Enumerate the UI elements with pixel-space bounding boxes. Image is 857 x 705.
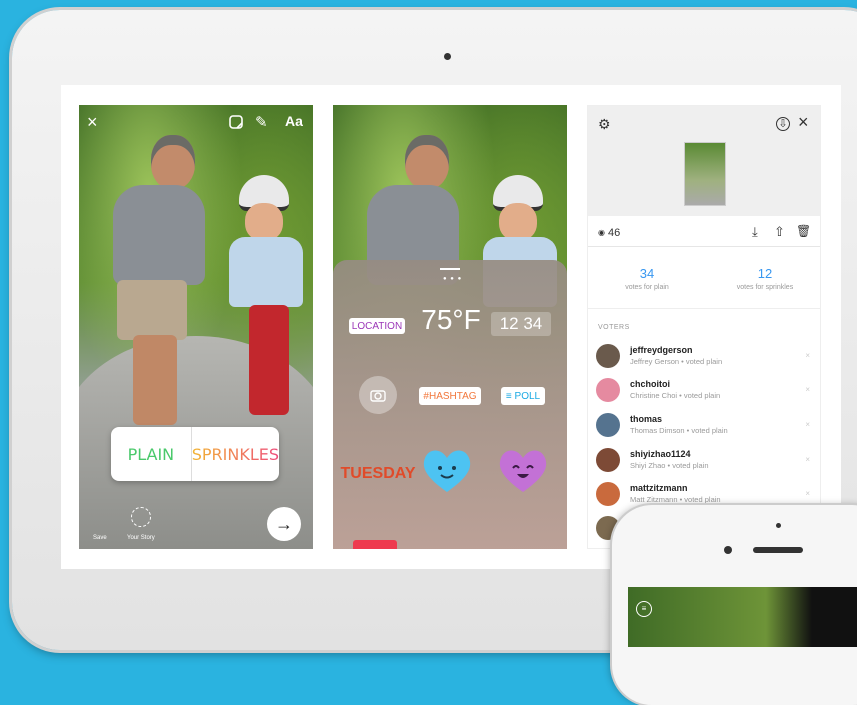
plain-results: 34 votes for plain (592, 266, 702, 291)
story-editor-panel: × ✎ Aa PLAIN SPRINKLES Save Your Story → (79, 105, 313, 549)
close-icon[interactable]: × (798, 112, 809, 133)
avatar[interactable] (596, 482, 620, 506)
hashtag-sticker[interactable]: #HASHTAG (419, 387, 481, 405)
dismiss-icon[interactable]: × (805, 455, 810, 464)
share-icon[interactable]: ⇧ (774, 224, 785, 240)
sprinkles-vote-count: 12 (757, 266, 773, 281)
editor-bottom-bar: Save Your Story → (91, 505, 301, 541)
voter-detail: Jeffrey Gerson • voted plain (630, 357, 723, 366)
plain-vote-count: 34 (639, 266, 655, 281)
next-button[interactable]: → (267, 507, 301, 541)
download-icon[interactable]: ⤓ (752, 224, 758, 240)
eye-icon: ◉ (598, 228, 605, 237)
voter-detail: Christine Choi • voted plain (630, 391, 721, 400)
story-viewers-panel: ⚙ ⇩ × ◉ 46 ⤓ ⇧ 🗑 34 votes for plain 12 v… (587, 105, 821, 549)
tray-page-dots: ● ● ● (443, 276, 463, 282)
voter-row[interactable]: chchoitoi Christine Choi • voted plain × (596, 376, 812, 406)
voter-detail: Matt Zitzmann • voted plain (630, 495, 721, 504)
avatar[interactable] (596, 344, 620, 368)
your-story-icon[interactable] (131, 507, 151, 527)
plain-vote-label: votes for plain (625, 284, 669, 291)
phone-sensor (776, 523, 781, 528)
voters-heading: VOTERS (598, 324, 630, 331)
poll-option-sprinkles[interactable]: SPRINKLES (192, 427, 279, 481)
settings-icon[interactable]: ⚙ (598, 116, 611, 133)
phone-speaker (753, 547, 803, 553)
sprinkles-vote-label: votes for sprinkles (736, 284, 794, 291)
avatar[interactable] (596, 413, 620, 437)
voter-row[interactable]: shiyizhao1124 Shiyi Zhao • voted plain × (596, 446, 812, 476)
voter-detail: Thomas Dimson • voted plain (630, 426, 728, 435)
photo-man (93, 135, 205, 435)
red-sticker[interactable] (353, 540, 397, 549)
front-camera (444, 53, 451, 60)
phone-camera (724, 546, 732, 554)
editor-toolbar: × ✎ Aa (79, 113, 313, 135)
voter-username[interactable]: shiyizhao1124 (630, 449, 691, 459)
viewer-actions-row: ◉ 46 ⤓ ⇧ 🗑 (588, 222, 820, 247)
download-circle-icon[interactable]: ⇩ (776, 117, 790, 131)
sprinkles-results: 12 votes for sprinkles (710, 266, 820, 291)
voter-row[interactable]: jeffreydgerson Jeffrey Gerson • voted pl… (596, 342, 812, 372)
sticker-tray-panel: ● ● ● LOCATION 75°F 12 34 #HASHTAG ≡ POL… (333, 105, 567, 549)
temperature-sticker[interactable]: 75°F (421, 304, 481, 336)
sticker-tray: ● ● ● LOCATION 75°F 12 34 #HASHTAG ≡ POL… (333, 260, 567, 549)
story-photo (79, 105, 313, 549)
your-story-button[interactable]: Your Story (127, 535, 155, 541)
text-tool-button[interactable]: Aa (285, 113, 303, 129)
menu-icon[interactable]: ≡ (636, 601, 652, 617)
dismiss-icon[interactable]: × (805, 420, 810, 429)
time-sticker[interactable]: 12 34 (491, 312, 551, 336)
dismiss-icon[interactable]: × (805, 351, 810, 360)
voter-username[interactable]: jeffreydgerson (630, 345, 693, 355)
view-count: 46 (608, 227, 621, 239)
avatar[interactable] (596, 378, 620, 402)
tray-handle[interactable] (440, 268, 460, 270)
sticker-icon[interactable] (229, 115, 243, 133)
draw-icon[interactable]: ✎ (255, 113, 268, 131)
trash-icon[interactable]: 🗑 (796, 224, 811, 238)
save-button[interactable]: Save (93, 535, 107, 541)
avatar[interactable] (596, 448, 620, 472)
viewer-header: ⚙ ⇩ × (588, 106, 820, 216)
blue-heart-sticker-icon[interactable] (421, 448, 473, 494)
tablet-screen: × ✎ Aa PLAIN SPRINKLES Save Your Story → (61, 85, 841, 569)
location-sticker[interactable]: LOCATION (349, 318, 405, 334)
voter-detail: Shiyi Zhao • voted plain (630, 461, 709, 470)
poll-sticker-option[interactable]: ≡ POLL (501, 387, 545, 405)
poll-results: 34 votes for plain 12 votes for sprinkle… (588, 256, 820, 309)
close-icon[interactable]: × (87, 113, 98, 131)
poll-sticker[interactable]: PLAIN SPRINKLES (111, 427, 279, 481)
story-thumbnail[interactable] (684, 142, 726, 206)
purple-heart-sticker-icon[interactable] (497, 448, 549, 494)
phone-screen: ≡ (628, 587, 857, 647)
day-sticker[interactable]: TUESDAY (341, 465, 416, 483)
voter-username[interactable]: chchoitoi (630, 379, 670, 389)
dismiss-icon[interactable]: × (805, 489, 810, 498)
voter-row[interactable]: thomas Thomas Dimson • voted plain × (596, 411, 812, 441)
camera-icon[interactable] (359, 376, 397, 414)
poll-option-plain[interactable]: PLAIN (111, 427, 192, 481)
dismiss-icon[interactable]: × (805, 385, 810, 394)
photo-kid (229, 175, 309, 415)
phone-device: ≡ (612, 505, 857, 705)
voter-username[interactable]: mattzitzmann (630, 483, 688, 493)
voter-username[interactable]: thomas (630, 414, 662, 424)
